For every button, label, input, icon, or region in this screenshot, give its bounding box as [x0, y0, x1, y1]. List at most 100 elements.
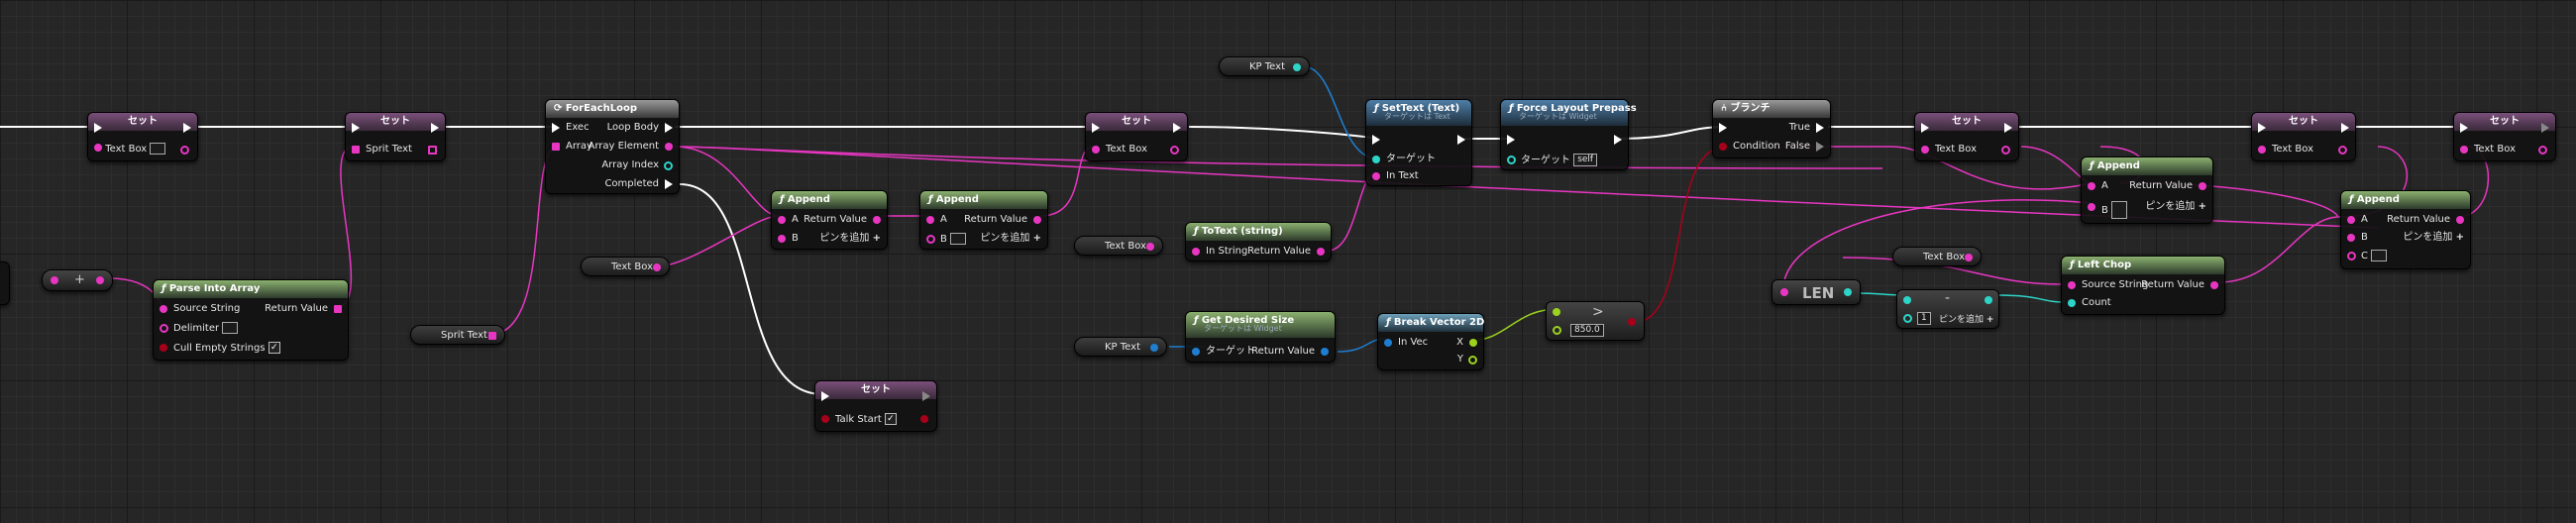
return-pin[interactable]	[873, 216, 881, 224]
set-text-box-node[interactable]: セット Text Box	[1914, 112, 2019, 161]
output-pin[interactable]	[1146, 243, 1154, 251]
exec-in-pin[interactable]	[821, 391, 829, 401]
value-field[interactable]	[150, 143, 166, 155]
set-sprit-text-node[interactable]: セット Sprit Text	[345, 112, 446, 161]
output-pin[interactable]	[1844, 288, 1852, 296]
foreach-loop-node[interactable]: ⟳ ForEachLoop Exec Loop Body Array Array…	[545, 99, 680, 194]
target-pin[interactable]	[1507, 156, 1516, 164]
output-pin[interactable]	[1965, 254, 1973, 262]
array-input-pin[interactable]	[352, 146, 360, 154]
output-pin[interactable]	[920, 415, 928, 423]
source-string-pin[interactable]	[160, 305, 167, 313]
a-pin[interactable]	[1553, 308, 1560, 316]
input-pin[interactable]	[2460, 146, 2468, 154]
exec-out-pin[interactable]	[431, 123, 439, 133]
c-field[interactable]	[2371, 250, 2388, 262]
target-pin[interactable]	[1372, 156, 1380, 163]
set-text-box-node[interactable]: セット Text Box	[87, 112, 198, 161]
b-field[interactable]	[950, 233, 967, 245]
append-node[interactable]: ƒ Append A Return Value B ピンを追加 +	[2081, 157, 2213, 224]
in-vec-pin[interactable]	[1384, 339, 1392, 347]
exec-in-pin[interactable]	[1092, 123, 1100, 133]
break-vector-2d-node[interactable]: ƒ Break Vector 2D In Vec X Y	[1377, 313, 1484, 370]
append-node[interactable]: ƒ Append A Return Value B ピンを追加 + C	[2340, 190, 2471, 269]
exec-in-pin[interactable]	[1921, 123, 1929, 133]
add-pin-button[interactable]: ピンを追加 +	[2403, 232, 2464, 244]
add-node[interactable]: +	[42, 269, 113, 291]
add-pin-button[interactable]: ピンを追加 +	[2145, 201, 2206, 213]
false-pin[interactable]	[1816, 142, 1824, 152]
delimiter-pin[interactable]	[160, 324, 168, 333]
result-pin[interactable]	[1985, 296, 1992, 304]
return-pin[interactable]	[334, 305, 342, 313]
a-pin[interactable]	[778, 216, 786, 224]
exec-out-pin[interactable]	[1173, 123, 1181, 133]
a-pin[interactable]	[2347, 216, 2355, 224]
output-pin[interactable]	[2001, 146, 2010, 155]
count-pin[interactable]	[2068, 299, 2076, 307]
output-pin[interactable]	[1293, 63, 1301, 71]
a-pin[interactable]	[1903, 296, 1911, 304]
input-pin[interactable]	[1921, 146, 1929, 154]
self-field[interactable]: self	[1573, 154, 1598, 166]
b-pin[interactable]	[926, 235, 935, 244]
append-node[interactable]: ƒ Append A Return Value B ピンを追加 +	[771, 190, 888, 250]
exec-out-pin[interactable]	[1614, 135, 1622, 145]
output-pin[interactable]	[1170, 146, 1179, 155]
add-pin-button[interactable]: ピンを追加 +	[1939, 312, 1993, 325]
b-pin[interactable]	[778, 235, 786, 243]
exec-out-pin[interactable]	[922, 391, 930, 401]
return-pin[interactable]	[1317, 248, 1325, 256]
return-pin[interactable]	[1033, 216, 1041, 224]
input-pin[interactable]	[94, 144, 102, 152]
exec-in-pin[interactable]	[2258, 123, 2266, 133]
subtract-value-field[interactable]: 1	[1917, 312, 1931, 325]
subtract-node[interactable]: - 1 ピンを追加 +	[1896, 289, 1999, 329]
loop-body-pin[interactable]	[665, 123, 673, 133]
text-box-getter[interactable]: Text Box	[1892, 247, 1982, 266]
return-pin[interactable]	[2210, 281, 2218, 289]
set-text-box-node[interactable]: セット Text Box	[1085, 112, 1188, 161]
input-pin[interactable]	[1092, 146, 1100, 154]
exec-out-pin[interactable]	[2541, 123, 2549, 133]
a-pin[interactable]	[2088, 182, 2095, 190]
array-index-pin[interactable]	[664, 161, 673, 170]
y-pin[interactable]	[1468, 356, 1477, 365]
b-pin[interactable]	[2347, 234, 2355, 242]
text-box-getter[interactable]: Text Box	[1074, 236, 1163, 256]
cull-empty-pin[interactable]	[160, 344, 167, 352]
output-pin[interactable]	[180, 146, 189, 155]
return-pin[interactable]	[2199, 182, 2206, 190]
exec-in-pin[interactable]	[552, 123, 560, 133]
cull-empty-checkbox[interactable]: ✓	[268, 342, 280, 354]
input-pin[interactable]	[821, 415, 829, 423]
array-element-pin[interactable]	[665, 143, 673, 151]
x-pin[interactable]	[1469, 339, 1477, 347]
output-pin[interactable]	[1150, 344, 1158, 352]
input-pin[interactable]	[2258, 146, 2266, 154]
in-text-pin[interactable]	[1372, 172, 1380, 180]
exec-in-pin[interactable]	[352, 123, 360, 133]
append-node[interactable]: ƒ Append A Return Value B ピンを追加 +	[919, 190, 1048, 250]
talk-start-checkbox[interactable]: ✓	[884, 413, 897, 425]
output-pin[interactable]	[653, 263, 661, 271]
a-pin[interactable]	[926, 216, 934, 224]
target-pin[interactable]	[1192, 348, 1200, 356]
in-string-pin[interactable]	[1192, 248, 1200, 256]
get-desired-size-node[interactable]: ƒ Get Desired Size ターゲットは Widget ターゲット R…	[1185, 311, 1336, 363]
exec-in-pin[interactable]	[94, 123, 102, 133]
input-pin[interactable]	[1780, 288, 1788, 296]
array-input-pin[interactable]	[552, 143, 560, 151]
sprit-text-getter[interactable]: Sprit Text	[410, 325, 505, 345]
c-pin[interactable]	[2347, 252, 2356, 261]
len-node[interactable]: LEN	[1771, 279, 1861, 305]
output-pin[interactable]	[2338, 146, 2347, 155]
condition-pin[interactable]	[1719, 143, 1727, 151]
result-pin[interactable]	[1628, 318, 1636, 326]
exec-in-pin[interactable]	[2460, 123, 2468, 133]
set-text-box-node[interactable]: セット Text Box	[2453, 112, 2556, 161]
text-box-getter[interactable]: Text Box	[581, 257, 670, 276]
b-pin[interactable]	[1553, 326, 1561, 335]
greater-than-node[interactable]: > 850.0	[1546, 301, 1645, 341]
set-talk-start-node[interactable]: セット Talk Start ✓	[814, 380, 937, 432]
